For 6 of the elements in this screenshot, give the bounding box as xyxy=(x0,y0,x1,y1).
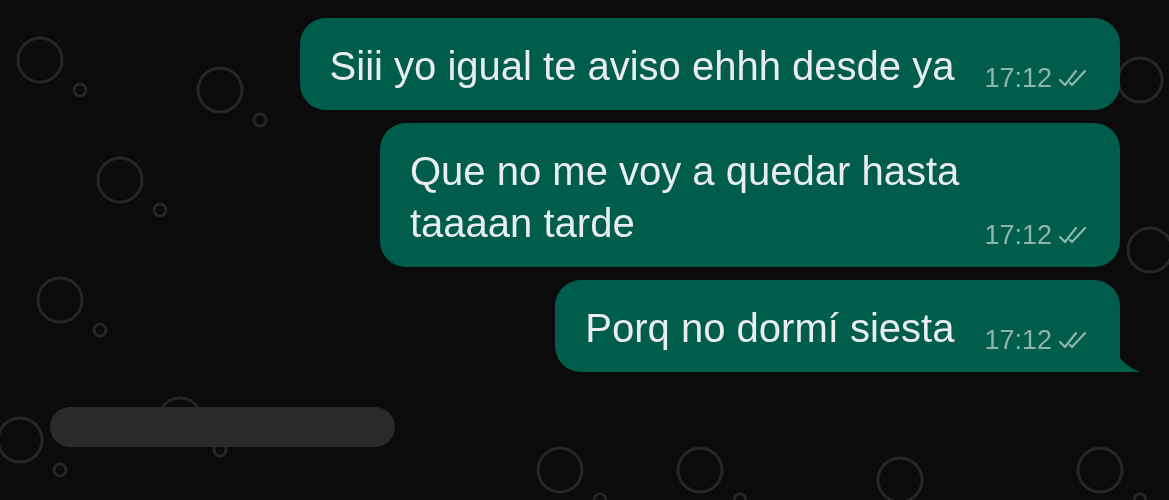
message-text: Porq no dormí siesta xyxy=(585,306,955,350)
message-time: 17:12 xyxy=(984,324,1052,357)
message-time: 17:12 xyxy=(984,62,1052,95)
message-text: Que no me voy a quedar hasta taaaan tarde xyxy=(410,149,960,245)
message-text: Siii yo igual te aviso ehhh desde ya xyxy=(329,44,955,88)
message-time: 17:12 xyxy=(984,219,1052,252)
